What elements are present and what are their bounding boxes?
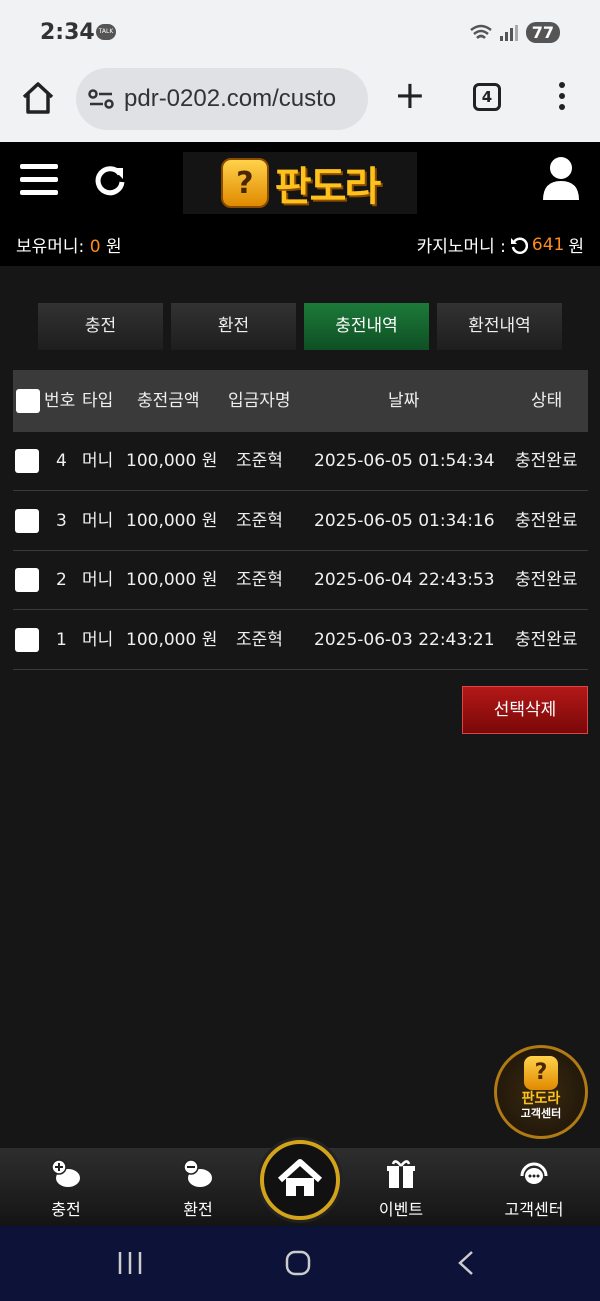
table-row: 1 머니 100,000 원 조준혁 2025-06-03 22:43:21 충… bbox=[13, 611, 588, 670]
header-depositor: 입금자명 bbox=[228, 391, 291, 411]
header-amount: 충전금액 bbox=[137, 391, 200, 411]
wifi-icon bbox=[469, 24, 492, 39]
row-date: 2025-06-04 22:43:53 bbox=[314, 570, 495, 590]
nav-home-button[interactable] bbox=[260, 1140, 340, 1220]
held-money-value: 0 bbox=[89, 237, 101, 257]
nav-exchange[interactable]: 환전 bbox=[153, 1158, 243, 1220]
piggy-bank-minus-icon bbox=[183, 1159, 212, 1187]
support-label-text: 고객센터 bbox=[520, 1107, 562, 1120]
casino-money-unit: 원 bbox=[568, 237, 584, 257]
headset-chat-icon bbox=[520, 1162, 548, 1184]
tab-charge[interactable]: 충전 bbox=[38, 303, 163, 350]
casino-money-label: 카지노머니 : bbox=[416, 237, 506, 257]
status-time: 2:34 bbox=[40, 20, 95, 45]
delete-selected-button[interactable]: 선택삭제 bbox=[462, 686, 588, 734]
nav-exchange-label: 환전 bbox=[183, 1200, 213, 1219]
table-row: 2 머니 100,000 원 조준혁 2025-06-04 22:43:53 충… bbox=[13, 551, 588, 610]
row-amount: 100,000 원 bbox=[126, 570, 218, 590]
row-no: 2 bbox=[56, 570, 67, 590]
logo-text: 판도라 bbox=[274, 164, 381, 210]
row-amount: 100,000 원 bbox=[126, 451, 218, 471]
kakaotalk-notification-icon: TALK bbox=[96, 24, 116, 40]
support-brand-text: 판도라 bbox=[521, 1091, 561, 1107]
nav-event-label: 이벤트 bbox=[378, 1200, 424, 1219]
home-nav-icon[interactable] bbox=[284, 1250, 312, 1276]
money-info-row: 보유머니: 0 원 카지노머니 : 641 원 bbox=[0, 232, 600, 258]
row-status: 충전완료 bbox=[515, 451, 578, 471]
row-status: 충전완료 bbox=[515, 630, 578, 650]
row-no: 4 bbox=[56, 451, 67, 471]
user-profile-icon[interactable] bbox=[541, 156, 581, 200]
row-depositor: 조준혁 bbox=[236, 630, 283, 650]
battery-indicator: 77 bbox=[525, 22, 560, 43]
row-depositor: 조준혁 bbox=[236, 511, 283, 531]
select-all-checkbox[interactable] bbox=[16, 389, 40, 413]
row-amount: 100,000 원 bbox=[126, 511, 218, 531]
held-money-label: 보유머니: bbox=[16, 237, 85, 257]
table-header: 번호 타입 충전금액 입금자명 날짜 상태 bbox=[13, 370, 588, 432]
floating-support-button[interactable]: ? 판도라 고객센터 bbox=[494, 1045, 588, 1139]
tab-exchange-history[interactable]: 환전내역 bbox=[437, 303, 562, 350]
browser-menu-icon[interactable] bbox=[556, 82, 568, 112]
header-type: 타입 bbox=[82, 391, 114, 411]
signal-icon bbox=[499, 24, 518, 41]
nav-support[interactable]: 고객센터 bbox=[489, 1158, 579, 1220]
row-no: 3 bbox=[56, 511, 67, 531]
site-header: ? 판도라 보유머니: 0 원 카지노머니 : 641 원 bbox=[0, 142, 600, 266]
new-tab-plus-icon[interactable]: + bbox=[394, 76, 426, 114]
row-type: 머니 bbox=[82, 570, 114, 590]
browser-home-icon[interactable] bbox=[20, 80, 56, 116]
row-checkbox[interactable] bbox=[15, 628, 39, 652]
row-checkbox[interactable] bbox=[15, 449, 39, 473]
row-no: 1 bbox=[56, 630, 67, 650]
site-logo[interactable]: ? 판도라 bbox=[183, 152, 417, 214]
back-nav-icon[interactable] bbox=[456, 1250, 476, 1276]
row-status: 충전완료 bbox=[515, 511, 578, 531]
row-type: 머니 bbox=[82, 451, 114, 471]
casino-money: 카지노머니 : 641 원 bbox=[416, 232, 584, 258]
address-bar[interactable]: pdr-0202.com/custo bbox=[76, 68, 368, 130]
refresh-icon[interactable] bbox=[92, 162, 128, 198]
header-status: 상태 bbox=[531, 391, 563, 411]
header-date: 날짜 bbox=[388, 391, 420, 411]
table-row: 4 머니 100,000 원 조준혁 2025-06-05 01:54:34 충… bbox=[13, 432, 588, 491]
row-date: 2025-06-05 01:54:34 bbox=[314, 451, 495, 471]
held-money-unit: 원 bbox=[105, 237, 122, 257]
tab-exchange[interactable]: 환전 bbox=[171, 303, 296, 350]
gift-icon bbox=[387, 1160, 415, 1188]
nav-charge[interactable]: 충전 bbox=[21, 1158, 111, 1220]
row-depositor: 조준혁 bbox=[236, 570, 283, 590]
transaction-tabs: 충전 환전 충전내역 환전내역 bbox=[38, 303, 562, 350]
row-date: 2025-06-03 22:43:21 bbox=[314, 630, 495, 650]
row-amount: 100,000 원 bbox=[126, 630, 218, 650]
hamburger-menu-icon[interactable] bbox=[20, 164, 58, 196]
tab-charge-history[interactable]: 충전내역 bbox=[304, 303, 429, 350]
row-checkbox[interactable] bbox=[15, 568, 39, 592]
support-question-badge: ? bbox=[524, 1056, 558, 1090]
header-no: 번호 bbox=[44, 391, 76, 411]
casino-refresh-icon[interactable] bbox=[510, 236, 528, 254]
row-checkbox[interactable] bbox=[15, 509, 39, 533]
logo-question-badge: ? bbox=[220, 158, 269, 208]
recent-apps-icon[interactable] bbox=[116, 1250, 144, 1276]
table-row: 3 머니 100,000 원 조준혁 2025-06-05 01:34:16 충… bbox=[13, 492, 588, 551]
casino-money-value: 641 bbox=[531, 234, 565, 255]
status-bar: 2:34 TALK 77 bbox=[0, 0, 600, 64]
row-status: 충전완료 bbox=[515, 570, 578, 590]
piggy-bank-plus-icon bbox=[51, 1159, 80, 1187]
tab-switcher-button[interactable]: 4 bbox=[473, 83, 501, 111]
row-depositor: 조준혁 bbox=[236, 451, 283, 471]
nav-support-label: 고객센터 bbox=[504, 1200, 564, 1219]
held-money: 보유머니: 0 원 bbox=[16, 232, 122, 257]
row-type: 머니 bbox=[82, 511, 114, 531]
site-settings-icon[interactable] bbox=[88, 88, 114, 110]
home-icon bbox=[277, 1159, 323, 1196]
row-type: 머니 bbox=[82, 630, 114, 650]
url-text: pdr-0202.com/custo bbox=[124, 85, 337, 112]
android-navigation-bar bbox=[0, 1226, 600, 1301]
row-date: 2025-06-05 01:34:16 bbox=[314, 511, 495, 531]
browser-toolbar: pdr-0202.com/custo + 4 bbox=[0, 64, 600, 142]
nav-charge-label: 충전 bbox=[51, 1200, 81, 1219]
nav-event[interactable]: 이벤트 bbox=[356, 1158, 446, 1220]
